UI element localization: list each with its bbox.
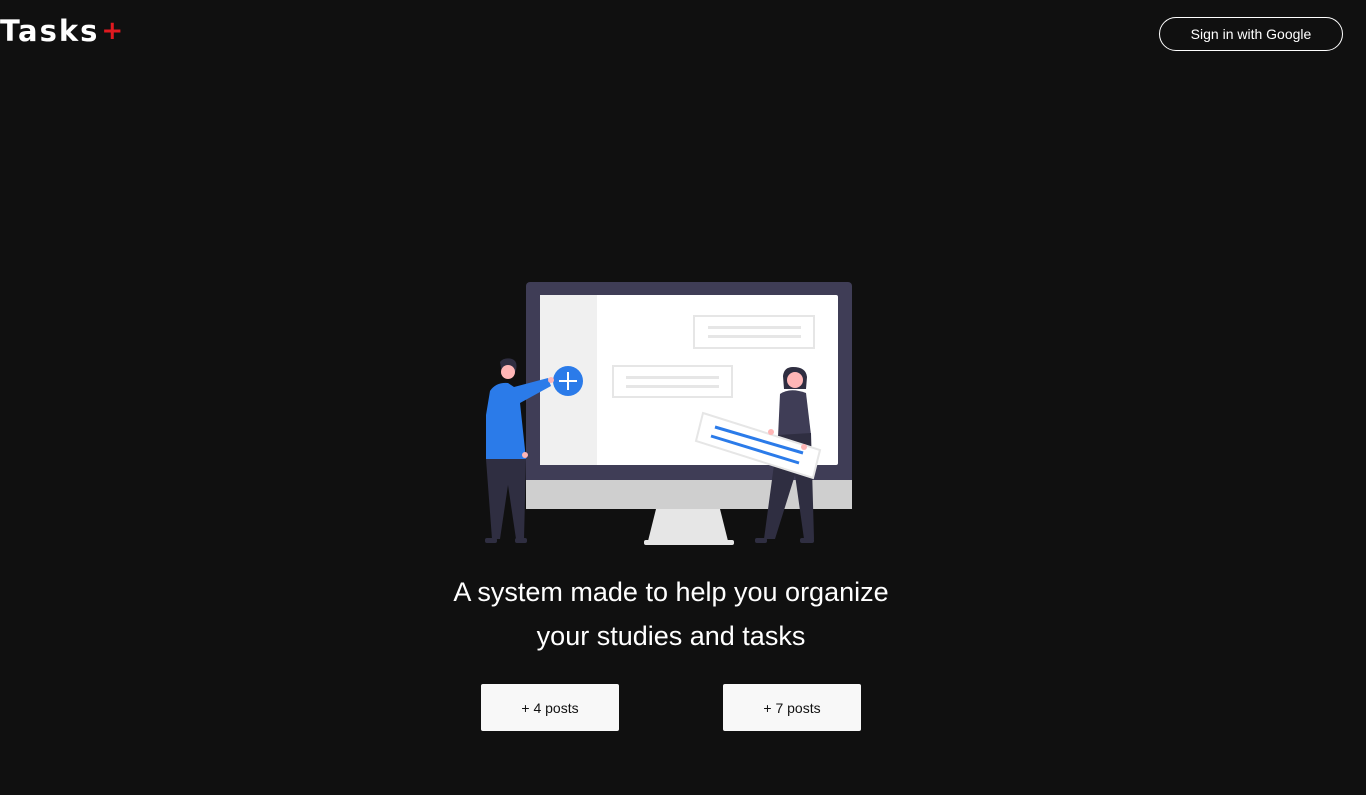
hero-tagline: A system made to help you organize your … (383, 570, 959, 658)
logo-plus-icon: + (101, 16, 124, 46)
add-circle-icon (553, 366, 583, 396)
logo-text: Tasks (0, 14, 100, 48)
sign-in-with-google-button[interactable]: Sign in with Google (1159, 17, 1343, 51)
people-at-monitor-illustration (485, 282, 852, 545)
tagline-line-2: your studies and tasks (536, 621, 806, 651)
tagline-line-1: A system made to help you organize (453, 577, 889, 607)
posts-count-button[interactable]: + 4 posts (481, 684, 619, 731)
posts-count-button[interactable]: + 7 posts (723, 684, 861, 731)
app-logo[interactable]: Tasks + (0, 14, 123, 48)
